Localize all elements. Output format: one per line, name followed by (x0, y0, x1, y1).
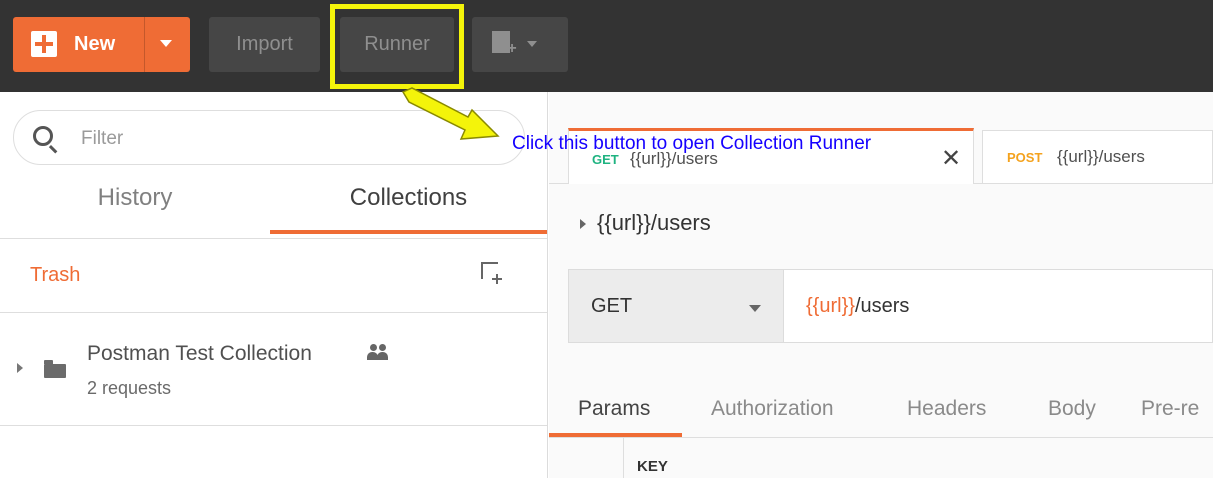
url-bar: GET {{url}}/users (568, 269, 1213, 343)
method-select-value: GET (591, 295, 633, 317)
new-window-button[interactable]: + (472, 17, 568, 72)
close-icon[interactable]: ✕ (941, 144, 961, 173)
method-select[interactable]: GET (569, 270, 784, 342)
top-toolbar: New Import Runner + (0, 0, 1213, 92)
plus-icon (31, 31, 57, 57)
divider (0, 312, 547, 313)
active-tab-indicator (270, 230, 547, 234)
table-column-divider (623, 438, 624, 478)
divider (0, 238, 547, 239)
runner-highlight-box (330, 4, 464, 89)
request-tab-post[interactable]: POST {{url}}/users (982, 130, 1213, 183)
chevron-down-icon (749, 305, 761, 312)
team-icon (367, 344, 389, 362)
new-button-label: New (74, 33, 116, 55)
url-path: /users (854, 295, 910, 317)
new-button[interactable]: New (13, 17, 190, 72)
url-variable: {{url}} (806, 295, 855, 317)
request-tab-url: {{url}}/users (1057, 147, 1145, 166)
collection-name[interactable]: Postman Test Collection (87, 342, 312, 366)
plus-icon: + (507, 40, 517, 57)
filter-placeholder: Filter (81, 128, 124, 149)
chevron-down-icon (527, 41, 537, 47)
annotation-text: Click this button to open Collection Run… (512, 133, 872, 154)
tab-body[interactable]: Body (1048, 397, 1096, 421)
method-badge: POST (1007, 150, 1043, 165)
new-button-divider (144, 17, 145, 72)
expand-caret-icon[interactable] (17, 363, 23, 373)
expand-caret-icon[interactable] (580, 219, 586, 229)
tab-collections[interactable]: Collections (270, 184, 547, 212)
params-key-header: KEY (637, 458, 668, 475)
annotation-arrow (401, 87, 500, 140)
folder-icon (44, 360, 66, 378)
tab-pre-request-script[interactable]: Pre-re (1141, 397, 1199, 421)
divider (549, 437, 1213, 438)
new-collection-icon[interactable] (481, 262, 502, 284)
divider (0, 425, 547, 426)
url-input[interactable]: {{url}}/users (806, 295, 909, 318)
tab-authorization[interactable]: Authorization (711, 397, 834, 421)
request-title[interactable]: {{url}}/users (597, 210, 711, 236)
import-button[interactable]: Import (209, 17, 320, 72)
tab-headers[interactable]: Headers (907, 397, 986, 421)
tab-params[interactable]: Params (578, 397, 650, 421)
collection-request-count: 2 requests (87, 378, 172, 398)
chevron-down-icon[interactable] (160, 40, 172, 47)
search-icon (33, 126, 53, 146)
trash-link[interactable]: Trash (30, 264, 80, 287)
tab-history[interactable]: History (0, 184, 270, 212)
